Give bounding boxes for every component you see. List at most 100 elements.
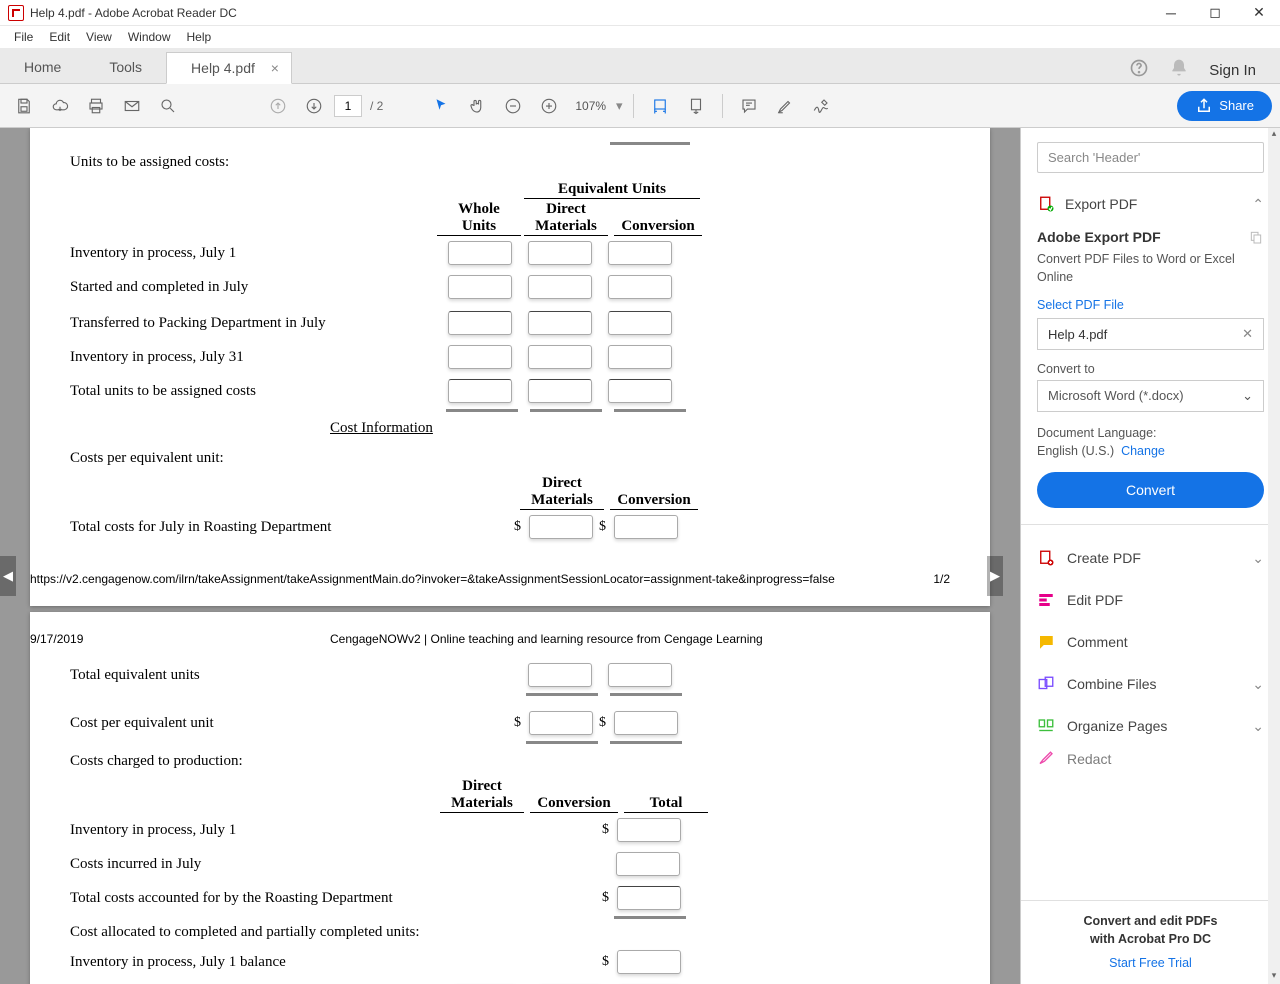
form-input[interactable] bbox=[529, 711, 593, 735]
search-input[interactable]: Search 'Header' bbox=[1037, 142, 1264, 173]
zoom-in-icon[interactable] bbox=[533, 90, 565, 122]
menubar: File Edit View Window Help bbox=[0, 26, 1280, 48]
document-scroll[interactable]: Units to be assigned costs: Equivalent U… bbox=[0, 128, 1020, 984]
signin-button[interactable]: Sign In bbox=[1209, 62, 1256, 79]
form-input[interactable] bbox=[608, 311, 672, 335]
form-input[interactable] bbox=[448, 379, 512, 403]
help-icon[interactable] bbox=[1129, 58, 1149, 83]
form-input[interactable] bbox=[448, 345, 512, 369]
section-cost-information: Cost Information bbox=[70, 420, 950, 437]
hand-tool-icon[interactable] bbox=[461, 90, 493, 122]
menu-window[interactable]: Window bbox=[120, 28, 179, 46]
pdf-file-icon bbox=[8, 5, 24, 21]
panel-footer: Convert and edit PDFswith Acrobat Pro DC… bbox=[1021, 900, 1280, 984]
search-icon[interactable] bbox=[152, 90, 184, 122]
form-input[interactable] bbox=[608, 275, 672, 299]
menu-view[interactable]: View bbox=[78, 28, 120, 46]
page-total-label: / 2 bbox=[366, 99, 387, 113]
tools-panel: Search 'Header' Export PDF ⌃ Adobe Expor… bbox=[1020, 128, 1280, 984]
tool-redact[interactable]: Redact bbox=[1021, 747, 1280, 767]
maximize-button[interactable]: ◻ bbox=[1202, 3, 1228, 23]
next-page-arrow[interactable]: ▶ bbox=[987, 556, 1003, 596]
print-icon[interactable] bbox=[80, 90, 112, 122]
fit-width-icon[interactable] bbox=[644, 90, 676, 122]
form-input[interactable] bbox=[616, 852, 680, 876]
footer-url: https://v2.cengagenow.com/ilrn/takeAssig… bbox=[30, 572, 835, 586]
tool-create-pdf[interactable]: Create PDF⌄ bbox=[1021, 537, 1280, 579]
tool-combine[interactable]: Combine Files⌄ bbox=[1021, 663, 1280, 705]
notifications-icon[interactable] bbox=[1169, 58, 1189, 83]
form-input[interactable] bbox=[448, 311, 512, 335]
document-viewport: ◀ ▶ Units to be assigned costs: Equivale… bbox=[0, 128, 1020, 984]
text: Units to be assigned costs: bbox=[70, 154, 440, 171]
form-input[interactable] bbox=[614, 515, 678, 539]
start-trial-link[interactable]: Start Free Trial bbox=[1031, 956, 1270, 970]
tool-organize[interactable]: Organize Pages⌄ bbox=[1021, 705, 1280, 747]
selection-tool-icon[interactable] bbox=[425, 90, 457, 122]
form-input[interactable] bbox=[529, 515, 593, 539]
change-language-link[interactable]: Change bbox=[1121, 444, 1165, 458]
panel-scrollbar[interactable]: ▴ ▾ bbox=[1268, 128, 1280, 984]
footer-page-num: 1/2 bbox=[933, 572, 950, 586]
cloud-icon bbox=[1248, 229, 1264, 245]
form-input[interactable] bbox=[614, 711, 678, 735]
menu-file[interactable]: File bbox=[6, 28, 41, 46]
sign-icon[interactable] bbox=[805, 90, 837, 122]
tab-home[interactable]: Home bbox=[0, 51, 85, 83]
form-input[interactable] bbox=[617, 818, 681, 842]
close-window-button[interactable]: ✕ bbox=[1246, 3, 1272, 23]
select-pdf-link[interactable]: Select PDF File bbox=[1037, 298, 1264, 312]
chevron-down-icon: ⌄ bbox=[1252, 676, 1264, 693]
zoom-level[interactable]: 107% bbox=[569, 99, 612, 113]
highlight-icon[interactable] bbox=[769, 90, 801, 122]
form-input[interactable] bbox=[528, 379, 592, 403]
form-input[interactable] bbox=[617, 950, 681, 974]
tab-tools[interactable]: Tools bbox=[85, 51, 166, 83]
pdf-page-1: Units to be assigned costs: Equivalent U… bbox=[30, 128, 990, 606]
form-input[interactable] bbox=[608, 345, 672, 369]
convert-button[interactable]: Convert bbox=[1037, 472, 1264, 508]
format-select[interactable]: Microsoft Word (*.docx) ⌄ bbox=[1037, 380, 1264, 412]
form-input[interactable] bbox=[608, 379, 672, 403]
minimize-button[interactable]: ─ bbox=[1158, 3, 1184, 23]
window-title: Help 4.pdf - Adobe Acrobat Reader DC bbox=[30, 6, 237, 20]
menu-edit[interactable]: Edit bbox=[41, 28, 78, 46]
form-input[interactable] bbox=[448, 241, 512, 265]
page-up-icon[interactable] bbox=[262, 90, 294, 122]
tab-document[interactable]: Help 4.pdf × bbox=[166, 52, 292, 84]
tool-edit-pdf[interactable]: Edit PDF bbox=[1021, 579, 1280, 621]
form-input[interactable] bbox=[608, 241, 672, 265]
pdf-page-2: 9/17/2019 CengageNOWv2 | Online teaching… bbox=[30, 612, 990, 984]
form-input[interactable] bbox=[528, 663, 592, 687]
chevron-up-icon: ⌃ bbox=[1252, 196, 1264, 213]
chevron-down-icon: ⌄ bbox=[1252, 550, 1264, 567]
page-down-icon[interactable] bbox=[298, 90, 330, 122]
close-tab-icon[interactable]: × bbox=[271, 60, 279, 76]
form-input[interactable] bbox=[617, 886, 681, 910]
tab-document-label: Help 4.pdf bbox=[191, 60, 255, 76]
prev-page-arrow[interactable]: ◀ bbox=[0, 556, 16, 596]
share-button[interactable]: Share bbox=[1177, 91, 1272, 121]
comment-icon[interactable] bbox=[733, 90, 765, 122]
email-icon[interactable] bbox=[116, 90, 148, 122]
form-input[interactable] bbox=[448, 275, 512, 299]
page-number-input[interactable] bbox=[334, 95, 362, 117]
zoom-out-icon[interactable] bbox=[497, 90, 529, 122]
menu-help[interactable]: Help bbox=[179, 28, 220, 46]
fit-page-icon[interactable] bbox=[680, 90, 712, 122]
remove-file-icon[interactable]: ✕ bbox=[1242, 326, 1253, 342]
form-input[interactable] bbox=[528, 241, 592, 265]
cloud-icon[interactable] bbox=[44, 90, 76, 122]
save-icon[interactable] bbox=[8, 90, 40, 122]
form-input[interactable] bbox=[528, 311, 592, 335]
form-input[interactable] bbox=[608, 663, 672, 687]
share-label: Share bbox=[1219, 98, 1254, 113]
chevron-down-icon: ⌄ bbox=[1252, 718, 1264, 735]
col-equivalent-units: Equivalent Units bbox=[524, 181, 700, 199]
toolbar: / 2 107%▾ Share bbox=[0, 84, 1280, 128]
form-input[interactable] bbox=[528, 345, 592, 369]
tool-comment[interactable]: Comment bbox=[1021, 621, 1280, 663]
form-input[interactable] bbox=[528, 275, 592, 299]
export-pdf-header[interactable]: Export PDF ⌃ bbox=[1021, 183, 1280, 225]
tabbar: Home Tools Help 4.pdf × Sign In bbox=[0, 48, 1280, 84]
